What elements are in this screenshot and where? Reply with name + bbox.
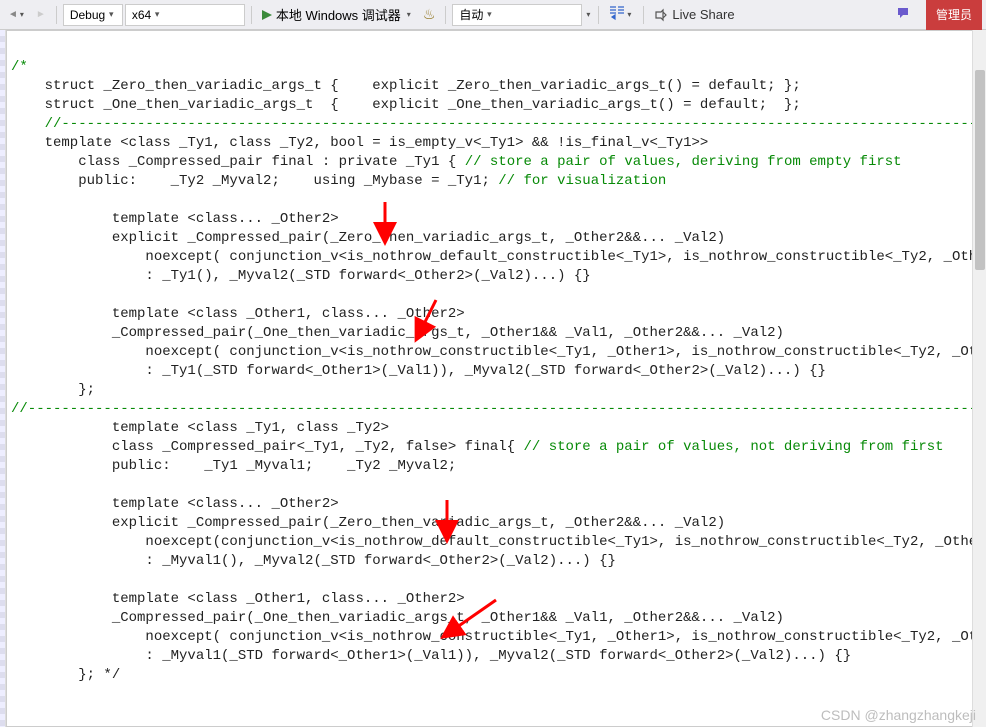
play-icon bbox=[262, 10, 272, 20]
code-line: template <class _Ty1, class _Ty2, bool =… bbox=[11, 135, 708, 151]
toolbar: ◄ ▾ ► Debug ▾ x64 ▾ 本地 Windows 调试器 ▾ ♨ 自… bbox=[0, 0, 986, 30]
code-line: class _Compressed_pair<_Ty1, _Ty2, false… bbox=[11, 439, 523, 455]
code-line: //--------------------------------------… bbox=[11, 401, 986, 417]
admin-button[interactable]: 管理员 bbox=[926, 0, 982, 30]
separator bbox=[643, 6, 644, 24]
chevron-down-icon: ▾ bbox=[107, 9, 115, 20]
separator bbox=[251, 6, 252, 24]
start-debugging-button[interactable]: 本地 Windows 调试器 ▾ bbox=[258, 4, 417, 26]
fire-icon: ♨ bbox=[423, 6, 436, 23]
code-line: : _Ty1(_STD forward<_Other1>(_Val1)), _M… bbox=[11, 363, 826, 379]
code-editor[interactable]: /* struct _Zero_then_variadic_args_t { e… bbox=[6, 30, 986, 727]
code-line: _Compressed_pair(_One_then_variadic_args… bbox=[11, 610, 784, 626]
code-line: /* bbox=[11, 59, 28, 75]
code-comment: // for visualization bbox=[498, 173, 666, 189]
liveshare-label: Live Share bbox=[668, 7, 738, 22]
code-line: : _Myval1(), _Myval2(_STD forward<_Other… bbox=[11, 553, 616, 569]
code-line: noexcept( conjunction_v<is_nothrow_const… bbox=[11, 629, 986, 645]
live-share-button[interactable]: Live Share bbox=[650, 4, 742, 26]
code-line: noexcept( conjunction_v<is_nothrow_const… bbox=[11, 344, 986, 360]
chevron-down-icon: ▾ bbox=[405, 10, 413, 19]
debugger-label: 本地 Windows 调试器 bbox=[272, 5, 405, 24]
code-line: struct _Zero_then_variadic_args_t { expl… bbox=[11, 78, 801, 94]
platform-dropdown[interactable]: x64 ▾ bbox=[125, 4, 245, 26]
code-line: template <class... _Other2> bbox=[11, 211, 339, 227]
chevron-down-icon: ▾ bbox=[485, 9, 493, 20]
code-line: explicit _Compressed_pair(_Zero_then_var… bbox=[11, 515, 725, 531]
chevron-down-icon[interactable]: ▾ bbox=[584, 10, 592, 19]
code-line: noexcept(conjunction_v<is_nothrow_defaul… bbox=[11, 534, 986, 550]
feedback-button[interactable] bbox=[892, 4, 916, 26]
chevron-down-icon: ▾ bbox=[153, 9, 161, 20]
indent-lines-button[interactable]: ▾ bbox=[605, 4, 637, 26]
refresh-button[interactable]: ♨ bbox=[419, 4, 440, 26]
nav-forward-button[interactable]: ► bbox=[32, 4, 50, 26]
code-line: template <class... _Other2> bbox=[11, 496, 339, 512]
platform-label: x64 bbox=[132, 8, 151, 22]
watermark-label: CSDN @zhangzhangkeji bbox=[821, 707, 976, 723]
separator bbox=[598, 6, 599, 24]
separator bbox=[445, 6, 446, 24]
configuration-label: Debug bbox=[70, 8, 105, 22]
code-line: }; bbox=[11, 382, 95, 398]
feedback-icon bbox=[896, 5, 912, 24]
auto-label: 自动 bbox=[459, 6, 483, 23]
code-line: template <class _Other1, class... _Other… bbox=[11, 306, 465, 322]
code-line: : _Ty1(), _Myval2(_STD forward<_Other2>(… bbox=[11, 268, 591, 284]
admin-label: 管理员 bbox=[936, 6, 972, 23]
code-line: //--------------------------------------… bbox=[11, 116, 986, 132]
back-icon: ◄ bbox=[8, 9, 18, 20]
code-line: explicit _Compressed_pair(_Zero_then_var… bbox=[11, 230, 725, 246]
scrollbar-thumb[interactable] bbox=[975, 70, 985, 270]
chevron-down-icon: ▾ bbox=[18, 10, 26, 19]
separator bbox=[56, 6, 57, 24]
code-comment: // store a pair of values, not deriving … bbox=[523, 439, 943, 455]
code-line: template <class _Other1, class... _Other… bbox=[11, 591, 465, 607]
nav-back-button[interactable]: ◄ ▾ bbox=[4, 4, 30, 26]
chevron-down-icon: ▾ bbox=[625, 10, 633, 19]
forward-icon: ► bbox=[36, 9, 46, 20]
code-line: public: _Ty2 _Myval2; using _Mybase = _T… bbox=[11, 173, 498, 189]
code-line: }; */ bbox=[11, 667, 120, 683]
auto-dropdown[interactable]: 自动 ▾ bbox=[452, 4, 582, 26]
vertical-scrollbar[interactable] bbox=[972, 30, 986, 727]
lines-icon bbox=[609, 5, 625, 24]
code-line: noexcept( conjunction_v<is_nothrow_defau… bbox=[11, 249, 986, 265]
share-icon bbox=[654, 8, 668, 22]
code-line: public: _Ty1 _Myval1; _Ty2 _Myval2; bbox=[11, 458, 456, 474]
code-line: struct _One_then_variadic_args_t { expli… bbox=[11, 97, 801, 113]
code-line: _Compressed_pair(_One_then_variadic_args… bbox=[11, 325, 784, 341]
code-line: class _Compressed_pair final : private _… bbox=[11, 154, 465, 170]
code-line: template <class _Ty1, class _Ty2> bbox=[11, 420, 389, 436]
code-line: : _Myval1(_STD forward<_Other1>(_Val1)),… bbox=[11, 648, 851, 664]
configuration-dropdown[interactable]: Debug ▾ bbox=[63, 4, 123, 26]
code-comment: // store a pair of values, deriving from… bbox=[465, 154, 902, 170]
